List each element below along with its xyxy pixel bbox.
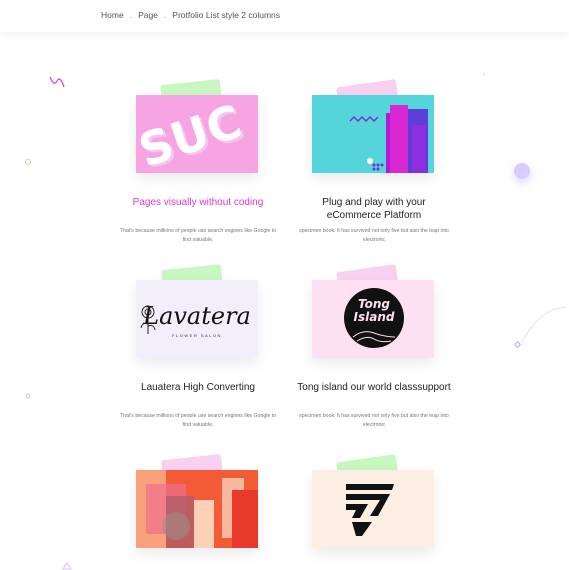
sus-letters-graphic: SUC SUC: [136, 95, 258, 173]
top-header-bar: Home . Page . Protfolio List style 2 col…: [0, 0, 569, 32]
card-title[interactable]: Plug and play with your eCommerce Platfo…: [294, 196, 454, 222]
breadcrumb-current: Protfolio List style 2 columns: [172, 10, 281, 20]
card-title[interactable]: Tong island our world classsupport: [294, 381, 454, 394]
card-description: specimen book. It has survived not only …: [299, 228, 449, 243]
pink-sus-3d-letters-image[interactable]: SUC SUC: [136, 95, 258, 173]
squiggle-decoration: [49, 76, 65, 88]
breadcrumb-separator: .: [163, 10, 167, 20]
collage-graphic: [136, 470, 258, 548]
breadcrumb-separator: .: [129, 10, 133, 20]
lavender-orb-decoration: [514, 163, 530, 179]
small-triangle-decoration: [62, 562, 72, 570]
abstract-graphic: [312, 95, 434, 173]
small-ring-decoration: [25, 393, 31, 399]
breadcrumb: Home . Page . Protfolio List style 2 col…: [101, 10, 280, 20]
flower-icon: [140, 305, 156, 334]
orange-collage-image[interactable]: [136, 470, 258, 548]
card-description: That's because millions of people use se…: [119, 228, 277, 243]
tong-island-logo-image[interactable]: Tong Island: [312, 280, 434, 358]
stripe-logo-graphic: [312, 470, 434, 548]
card-description: That's because millions of people use se…: [119, 413, 277, 428]
lavatera-logo-image[interactable]: Lavatera FLOWER SALON: [136, 280, 258, 358]
cyan-purple-abstract-image[interactable]: [312, 95, 434, 173]
card-title[interactable]: Pages visually without coding: [118, 196, 278, 209]
curve-line-decoration: [521, 306, 567, 344]
tong-logo-line2: Island: [353, 310, 395, 324]
breadcrumb-page-link[interactable]: Page: [138, 10, 158, 20]
breadcrumb-home-link[interactable]: Home: [101, 10, 124, 20]
stripe-logo-image[interactable]: [312, 470, 434, 548]
small-circle-decoration: [25, 159, 31, 165]
card-description: specimen book. It has survived not only …: [299, 413, 449, 428]
card-title[interactable]: Lauatera High Converting: [118, 381, 278, 394]
small-square-decoration: [514, 341, 522, 349]
tiny-dot-decoration: [482, 72, 486, 76]
